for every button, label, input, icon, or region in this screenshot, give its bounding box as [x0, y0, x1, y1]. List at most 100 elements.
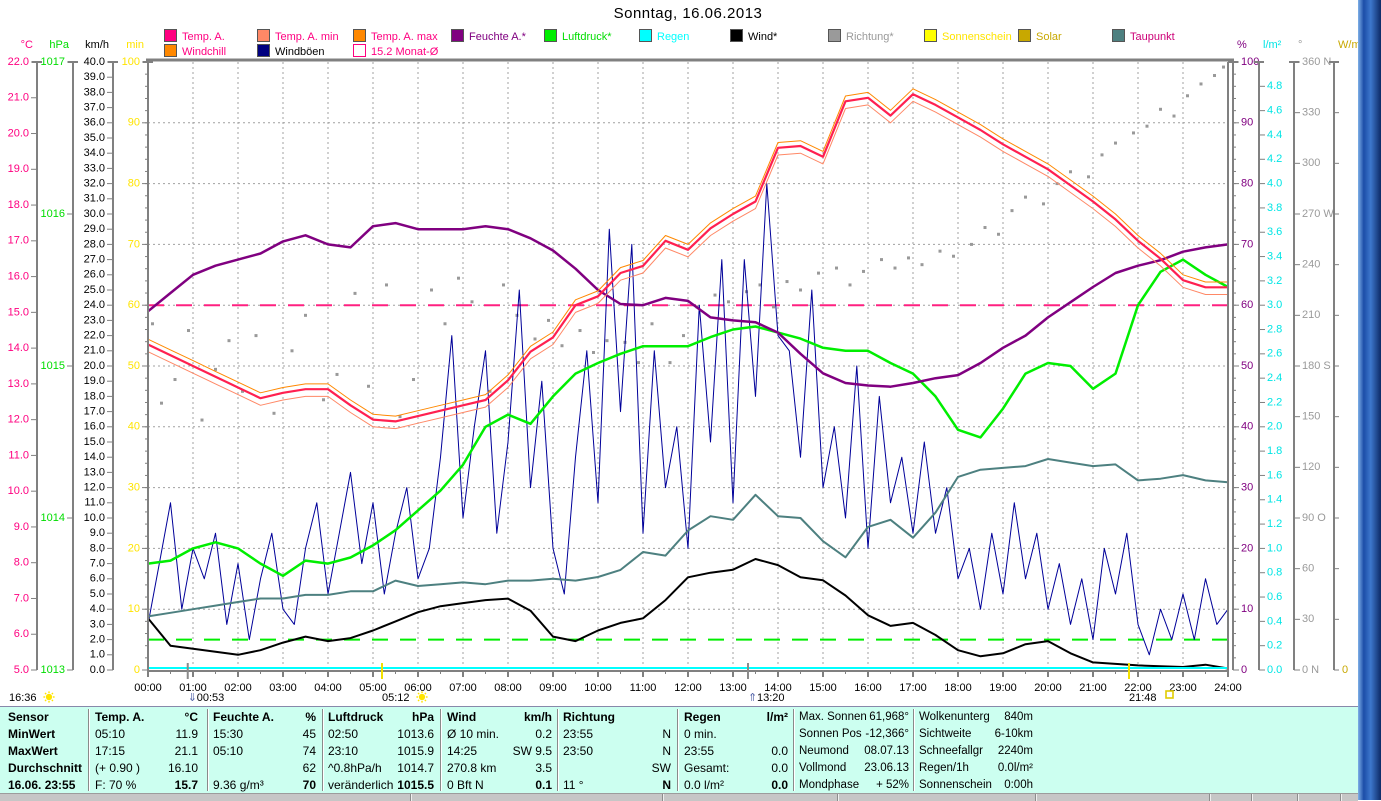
svg-text:240: 240 [1302, 259, 1320, 271]
svg-text:13.0: 13.0 [8, 378, 29, 390]
wswin-weather-window: Sonntag, 16.06.2013 Temp. A. Temp. A. min… [0, 0, 1381, 801]
table-separator [793, 709, 795, 791]
table-cell-wind: Ø 10 min. 0.2 [447, 727, 552, 741]
svg-text:9.0: 9.0 [90, 527, 105, 539]
svg-text:32.0: 32.0 [84, 178, 105, 190]
svg-text:1.0: 1.0 [1267, 542, 1282, 554]
svg-text:2.0: 2.0 [90, 634, 105, 646]
svg-text:13:00: 13:00 [719, 682, 747, 694]
table-row-label: Durchschnitt [8, 761, 83, 775]
svg-text:90 O: 90 O [1302, 512, 1326, 524]
svg-text:10.0: 10.0 [84, 512, 105, 524]
svg-text:19.0: 19.0 [84, 375, 105, 387]
svg-text:14.0: 14.0 [84, 451, 105, 463]
table-cell-luftdruck: Luftdruck hPa [328, 710, 434, 724]
table-cell-temp: (+ 0.90 ) 16.10 [95, 761, 198, 775]
svg-text:1014: 1014 [41, 512, 65, 524]
table-cell-feuchte: Feuchte A.% [213, 710, 316, 724]
svg-text:40: 40 [128, 421, 140, 433]
svg-text:17:00: 17:00 [899, 682, 927, 694]
series-windboeen [147, 183, 1229, 656]
svg-text:19.0: 19.0 [8, 163, 29, 175]
svg-text:21:00: 21:00 [1079, 682, 1107, 694]
svg-text:05:12: 05:12 [382, 692, 410, 704]
svg-text:90: 90 [128, 117, 140, 129]
sensor-table: Sensor MinWert MaxWert Durchschnitt 16.06. 2… [0, 706, 1358, 794]
svg-text:0.8: 0.8 [1267, 567, 1282, 579]
svg-text:30: 30 [1302, 613, 1314, 625]
svg-text:%: % [1237, 39, 1247, 51]
svg-text:0: 0 [1241, 664, 1247, 676]
table-cell-richtung: SW [651, 761, 671, 775]
svg-text:18.0: 18.0 [8, 199, 29, 211]
svg-text:24:00: 24:00 [1214, 682, 1242, 694]
svg-text:12.0: 12.0 [84, 482, 105, 494]
svg-text:60: 60 [128, 299, 140, 311]
svg-text:°: ° [1298, 39, 1302, 51]
svg-text:4.2: 4.2 [1267, 153, 1282, 165]
svg-text:5.0: 5.0 [14, 664, 29, 676]
svg-text:6.0: 6.0 [90, 573, 105, 585]
svg-text:40.0: 40.0 [84, 56, 105, 68]
svg-text:0.2: 0.2 [1267, 640, 1282, 652]
svg-text:30: 30 [1241, 482, 1253, 494]
svg-text:50: 50 [128, 360, 140, 372]
svg-text:22.0: 22.0 [8, 56, 29, 68]
table-separator [207, 709, 209, 791]
table-cell-feuchte: 05:10 74 [213, 744, 316, 758]
table-cell-temp: F: 70 % 15.7 [95, 778, 198, 792]
svg-text:1016: 1016 [41, 208, 65, 220]
svg-text:03:00: 03:00 [269, 682, 297, 694]
svg-text:24.0: 24.0 [84, 299, 105, 311]
svg-text:90: 90 [1241, 117, 1253, 129]
svg-text:35.0: 35.0 [84, 132, 105, 144]
svg-text:2.6: 2.6 [1267, 348, 1282, 360]
svg-text:07:00: 07:00 [449, 682, 477, 694]
svg-text:4.8: 4.8 [1267, 80, 1282, 92]
svg-text:70: 70 [128, 238, 140, 250]
table-cell-regen: Gesamt: 0.0 [684, 761, 788, 775]
svg-text:3.6: 3.6 [1267, 226, 1282, 238]
svg-text:3.8: 3.8 [1267, 202, 1282, 214]
svg-text:min: min [126, 39, 144, 51]
svg-text:0.0: 0.0 [90, 664, 105, 676]
svg-text:330: 330 [1302, 107, 1320, 119]
svg-text:l/m²: l/m² [1263, 39, 1282, 51]
svg-text:23.0: 23.0 [84, 314, 105, 326]
svg-text:18.0: 18.0 [84, 390, 105, 402]
svg-text:10:00: 10:00 [584, 682, 612, 694]
svg-text:16:00: 16:00 [854, 682, 882, 694]
table-cell-feuchte: 15:30 45 [213, 727, 316, 741]
axis-C: °C 5.0 6.0 7.0 8.0 9.0 10.0 11.0 12.0 13.0 14.0 15.… [8, 39, 42, 676]
table-cell-regen: 0.0 l/m² 0.0 [684, 778, 788, 792]
svg-text:20:00: 20:00 [1034, 682, 1062, 694]
svg-text:2.8: 2.8 [1267, 323, 1282, 335]
table-cell-temp: Temp. A. °C [95, 710, 198, 724]
svg-text:8.0: 8.0 [90, 542, 105, 554]
svg-text:20: 20 [128, 542, 140, 554]
table-cell-luftdruck: ^0.8hPa/h 1014.7 [328, 761, 434, 775]
svg-text:120: 120 [1302, 461, 1320, 473]
table-cell-luftdruck: 23:10 1015.9 [328, 744, 434, 758]
svg-text:180 S: 180 S [1302, 360, 1331, 372]
svg-text:08:00: 08:00 [494, 682, 522, 694]
svg-text:0.6: 0.6 [1267, 591, 1282, 603]
svg-text:30.0: 30.0 [84, 208, 105, 220]
svg-text:21:48: 21:48 [1129, 692, 1157, 704]
table-cell-luftdruck: veränderlich 1015.5 [328, 778, 434, 792]
svg-text:21.0: 21.0 [84, 345, 105, 357]
axis-hPa: hPa 1013 1014 1015 1016 1017 [41, 39, 78, 676]
svg-text:39.0: 39.0 [84, 71, 105, 83]
svg-text:0: 0 [1342, 664, 1348, 676]
svg-text:210: 210 [1302, 309, 1320, 321]
axis-kmh: km/h 0.0 1.0 2.0 3.0 4.0 5.0 6.0 7.0 8.0 9.0 10.0 11… [84, 39, 118, 676]
svg-text:1015: 1015 [41, 360, 65, 372]
svg-text:26.0: 26.0 [84, 269, 105, 281]
weather-chart: °C 5.0 6.0 7.0 8.0 9.0 10.0 11.0 12.0 13.0 14.0 15.… [8, 39, 1365, 704]
svg-text:09:00: 09:00 [539, 682, 567, 694]
svg-text:15.0: 15.0 [8, 306, 29, 318]
table-row-label: 16.06. 23:55 [8, 778, 76, 792]
svg-text:40: 40 [1241, 421, 1253, 433]
svg-text:21.0: 21.0 [8, 92, 29, 104]
svg-text:11.0: 11.0 [8, 449, 29, 461]
